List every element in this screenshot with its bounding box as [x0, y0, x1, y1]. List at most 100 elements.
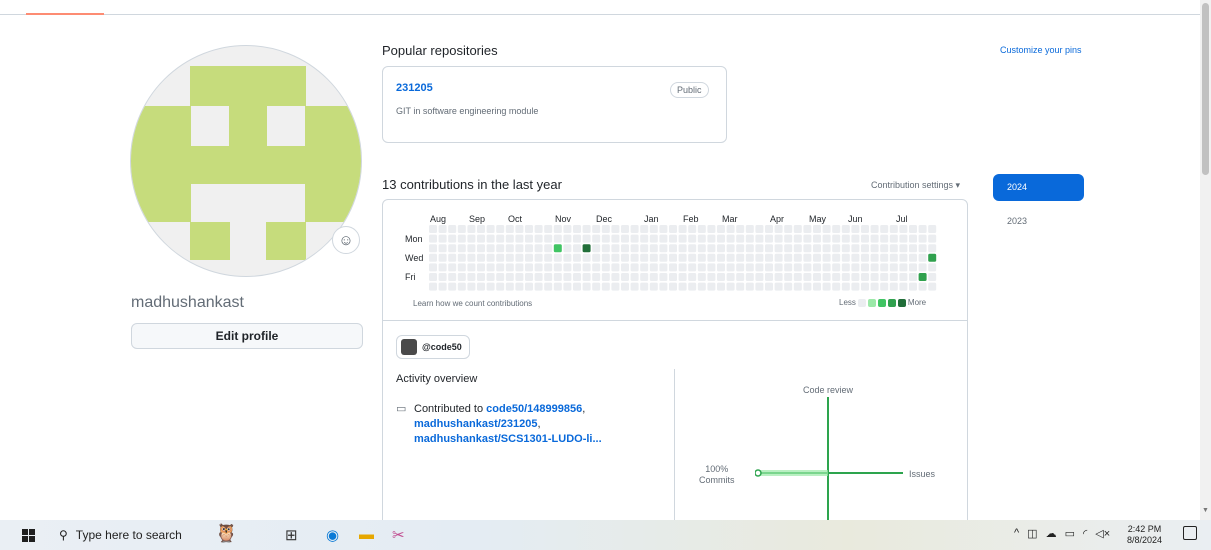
contribution-cell[interactable] [601, 273, 610, 281]
contribution-cell[interactable] [726, 273, 735, 281]
contribution-cell[interactable] [429, 263, 437, 272]
contribution-cell[interactable] [774, 263, 783, 272]
customize-pins-link[interactable]: Customize your pins [1000, 45, 1082, 55]
contribution-cell[interactable] [822, 225, 831, 233]
contribution-cell[interactable] [813, 234, 821, 243]
contribution-cell[interactable] [457, 253, 466, 262]
contribution-cell[interactable] [429, 244, 437, 253]
contribution-cell[interactable] [697, 225, 706, 233]
contribution-cell[interactable] [813, 282, 821, 291]
contribution-cell[interactable] [573, 244, 581, 253]
contribution-cell[interactable] [669, 273, 677, 281]
contribution-cell[interactable] [486, 234, 495, 243]
contribution-cell[interactable] [534, 244, 543, 253]
contribution-cell[interactable] [707, 282, 716, 291]
contribution-cell[interactable] [678, 263, 687, 272]
contribution-cell[interactable] [909, 263, 917, 272]
contribution-cell[interactable] [457, 234, 466, 243]
onedrive-icon[interactable]: ☁ [1046, 527, 1057, 540]
contribution-cell[interactable] [582, 263, 591, 272]
contribution-cell[interactable] [563, 244, 572, 253]
contribution-cell[interactable] [477, 282, 485, 291]
contribution-cell[interactable] [448, 253, 457, 262]
contribution-cell[interactable] [909, 282, 917, 291]
contribution-cell[interactable] [918, 244, 927, 253]
chevron-up-icon[interactable]: ^ [1014, 527, 1019, 540]
contribution-cell[interactable] [534, 273, 543, 281]
contribution-cell[interactable] [755, 282, 764, 291]
contribution-cell[interactable] [659, 282, 668, 291]
contribution-cell[interactable] [448, 225, 457, 233]
contribution-cell[interactable] [707, 234, 716, 243]
contribution-cell[interactable] [909, 273, 917, 281]
snipping-tool-icon[interactable]: ✂ [392, 526, 405, 544]
contribution-cell[interactable] [745, 253, 754, 262]
contribution-cell[interactable] [515, 225, 524, 233]
contribution-cell[interactable] [582, 234, 591, 243]
contribution-cell[interactable] [505, 282, 514, 291]
contribution-cell[interactable] [630, 225, 639, 233]
contribution-cell[interactable] [477, 225, 485, 233]
contribution-cell[interactable] [707, 263, 716, 272]
contribution-cell[interactable] [505, 263, 514, 272]
contribution-cell[interactable] [592, 234, 601, 243]
contribution-cell[interactable] [611, 253, 620, 262]
owl-widget-icon[interactable]: 🦉 [215, 523, 237, 544]
contribution-cell[interactable] [544, 273, 553, 281]
contribution-cell[interactable] [553, 273, 562, 281]
contribution-cell[interactable] [851, 225, 860, 233]
contribution-cell[interactable] [870, 234, 879, 243]
contribution-cell[interactable] [573, 225, 581, 233]
contribution-cell[interactable] [774, 253, 783, 262]
contribution-cell[interactable] [534, 225, 543, 233]
contribution-cell[interactable] [515, 234, 524, 243]
contribution-cell[interactable] [477, 244, 485, 253]
contribution-cell[interactable] [669, 282, 677, 291]
contribution-cell[interactable] [534, 253, 543, 262]
contribution-cell[interactable] [784, 244, 793, 253]
contribution-cell[interactable] [745, 234, 754, 243]
contribution-cell[interactable] [467, 244, 476, 253]
contribution-cell[interactable] [621, 263, 629, 272]
contribution-cell[interactable] [486, 282, 495, 291]
contribution-cell[interactable] [544, 225, 553, 233]
contribution-cell[interactable] [592, 273, 601, 281]
contribution-cell[interactable] [870, 263, 879, 272]
contribution-cell[interactable] [832, 273, 841, 281]
contribution-cell[interactable] [889, 225, 898, 233]
year-button-2023[interactable]: 2023 [1007, 216, 1027, 226]
contribution-cell[interactable] [429, 253, 437, 262]
contribution-cell[interactable] [525, 273, 533, 281]
contribution-cell[interactable] [477, 273, 485, 281]
contribution-cell[interactable] [457, 263, 466, 272]
contribution-cell[interactable] [841, 263, 850, 272]
contribution-cell[interactable] [755, 273, 764, 281]
contribution-cell[interactable] [534, 282, 543, 291]
contribution-cell[interactable] [678, 273, 687, 281]
contribution-cell[interactable] [889, 244, 898, 253]
contribution-cell[interactable] [544, 263, 553, 272]
contribution-cell[interactable] [918, 253, 927, 262]
contribution-cell[interactable] [774, 244, 783, 253]
contribution-cell[interactable] [582, 253, 591, 262]
meet-icon[interactable]: ◫ [1027, 527, 1037, 540]
contribution-cell[interactable] [496, 253, 505, 262]
contribution-cell[interactable] [745, 244, 754, 253]
contribution-cell[interactable] [467, 234, 476, 243]
contribution-cell[interactable] [477, 253, 485, 262]
contribution-cell[interactable] [841, 225, 850, 233]
contribution-cell[interactable] [928, 234, 937, 243]
contribution-cell[interactable] [621, 234, 629, 243]
volume-icon[interactable]: ◁× [1095, 527, 1110, 540]
contribution-cell[interactable] [803, 282, 812, 291]
contribution-cell[interactable] [822, 282, 831, 291]
contribution-cell[interactable] [813, 253, 821, 262]
contribution-cell[interactable] [553, 234, 562, 243]
contribution-cell[interactable] [630, 282, 639, 291]
contribution-cell[interactable] [889, 282, 898, 291]
taskbar-search[interactable]: ⚲ Type here to search [47, 520, 307, 550]
contribution-cell[interactable] [793, 244, 802, 253]
contribution-cell[interactable] [870, 282, 879, 291]
contribution-cell[interactable] [822, 253, 831, 262]
contribution-cell[interactable] [553, 244, 562, 253]
